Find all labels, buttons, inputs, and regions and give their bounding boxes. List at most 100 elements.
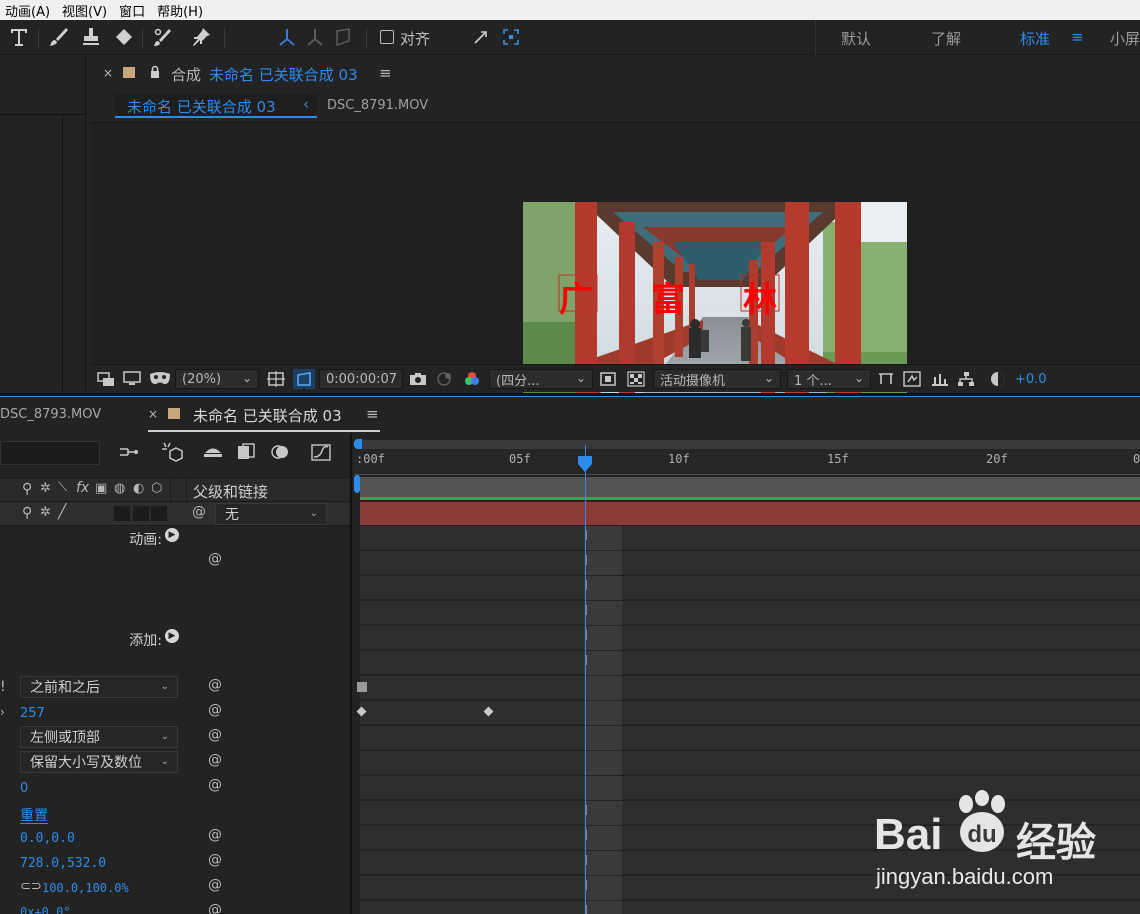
menu-view[interactable]: 视图(V) bbox=[57, 1, 114, 20]
spiral-icon[interactable]: @ bbox=[208, 827, 222, 843]
region-of-interest-icon[interactable] bbox=[599, 369, 617, 389]
timeline-panel-menu-icon[interactable]: ≡ bbox=[366, 405, 379, 423]
watermark-cn: 经验 bbox=[1016, 820, 1096, 866]
constrain-link-icon[interactable]: ⊂⊃ bbox=[20, 879, 42, 894]
type-tool-icon[interactable] bbox=[6, 24, 32, 50]
comp-flowchart-icon[interactable] bbox=[957, 369, 975, 389]
always-preview-icon[interactable] bbox=[97, 369, 115, 389]
position-value[interactable]: 728.0,532.0 bbox=[20, 856, 106, 871]
layer-row[interactable]: ⚲ ✲ ╱ @ 无 ⌄ bbox=[0, 502, 350, 526]
animate-play-icon[interactable]: ▶ bbox=[165, 528, 179, 542]
comp-mini-flowchart-icon[interactable] bbox=[118, 443, 140, 467]
spiral-icon[interactable]: @ bbox=[208, 852, 222, 868]
leading-value[interactable]: 257 bbox=[20, 706, 45, 721]
case-dropdown[interactable]: 保留大小写及数位 ⌄ bbox=[20, 751, 178, 773]
draft-3d-icon[interactable] bbox=[160, 441, 184, 467]
layer-search-input[interactable] bbox=[0, 441, 100, 465]
workspace-standard[interactable]: 标准 bbox=[1020, 28, 1050, 49]
quality-icon[interactable]: ╱ bbox=[58, 504, 66, 520]
toggle-mask-path-icon[interactable] bbox=[293, 369, 315, 389]
local-axis-icon[interactable] bbox=[274, 24, 300, 50]
snapshot-camera-icon[interactable] bbox=[409, 369, 427, 389]
timeline-tab-dsc8793[interactable]: DSC_8793.MOV bbox=[0, 407, 101, 422]
transparency-grid-icon[interactable] bbox=[627, 369, 645, 389]
resolution-dropdown[interactable]: (四分... ⌄ bbox=[489, 369, 593, 389]
breadcrumb-other-comp[interactable]: DSC_8791.MOV bbox=[327, 98, 428, 113]
spiral-icon[interactable]: @ bbox=[208, 752, 222, 768]
mask-visibility-icon[interactable] bbox=[149, 369, 171, 389]
anchor-grouping-dropdown[interactable]: 左侧或顶部 ⌄ bbox=[20, 726, 178, 748]
collapse-icon[interactable]: ✲ bbox=[40, 505, 51, 520]
pick-whip-spiral-icon[interactable]: @ bbox=[192, 504, 206, 520]
monitor-icon[interactable] bbox=[123, 369, 141, 389]
anchor-point-value[interactable]: 0.0,0.0 bbox=[20, 831, 75, 846]
show-snapshot-icon[interactable] bbox=[435, 369, 453, 389]
rotation-value[interactable]: 0x+0.0° bbox=[20, 905, 71, 914]
spiral-icon[interactable]: @ bbox=[208, 877, 222, 893]
composition-tab-bar: × 合成 未命名 已关联合成 03 ≡ bbox=[91, 56, 1140, 90]
color-channels-icon[interactable] bbox=[463, 369, 481, 389]
world-axis-icon[interactable] bbox=[302, 24, 328, 50]
comp-panel-menu-icon[interactable]: ≡ bbox=[379, 64, 392, 82]
workspace-small-screen[interactable]: 小屏 bbox=[1110, 28, 1140, 49]
fill-order-dropdown[interactable]: 之前和之后 ⌄ bbox=[20, 676, 178, 698]
hold-keyframe[interactable] bbox=[357, 682, 367, 692]
workspace-default[interactable]: 默认 bbox=[841, 28, 871, 49]
motion-blur-icon[interactable] bbox=[270, 442, 290, 466]
workspace-menu-icon[interactable]: ≡ bbox=[1071, 28, 1084, 46]
frame-blending-icon[interactable] bbox=[236, 442, 256, 466]
spiral-icon[interactable]: @ bbox=[208, 551, 222, 567]
time-ruler[interactable]: :00f 05f 10f 15f 20f 0 bbox=[354, 449, 1140, 475]
current-time-display[interactable]: 0:00:00:07 bbox=[319, 369, 403, 389]
safe-margins-icon[interactable] bbox=[267, 369, 285, 389]
spiral-icon[interactable]: @ bbox=[208, 677, 222, 693]
eraser-tool-icon[interactable] bbox=[110, 24, 136, 50]
work-area-bar[interactable] bbox=[360, 477, 1140, 497]
camera-dropdown[interactable]: 活动摄像机 ⌄ bbox=[653, 369, 781, 389]
lock-icon[interactable] bbox=[149, 65, 161, 83]
zero-value[interactable]: 0 bbox=[20, 781, 28, 796]
fast-previews-icon[interactable] bbox=[903, 369, 921, 389]
navigator-start-handle[interactable] bbox=[354, 439, 362, 449]
graph-editor-icon[interactable] bbox=[310, 442, 332, 466]
reset-link[interactable]: 重置 bbox=[20, 805, 48, 825]
spiral-icon[interactable]: @ bbox=[208, 902, 222, 914]
snap-target-icon[interactable] bbox=[498, 24, 524, 50]
zoom-dropdown[interactable]: (20%) ⌄ bbox=[175, 369, 259, 389]
parent-dropdown[interactable]: 无 ⌄ bbox=[215, 503, 327, 525]
time-navigator[interactable] bbox=[360, 440, 1140, 449]
breadcrumb-active-tab[interactable]: 未命名 已关联合成 03 ‹ bbox=[115, 94, 317, 118]
brush-tool-icon[interactable] bbox=[46, 24, 72, 50]
track-row bbox=[360, 701, 1140, 725]
view-layout-dropdown[interactable]: 1 个... ⌄ bbox=[787, 369, 871, 389]
spiral-icon[interactable]: @ bbox=[208, 702, 222, 718]
view-axis-icon[interactable] bbox=[330, 24, 356, 50]
menu-window[interactable]: 窗口 bbox=[114, 1, 152, 20]
work-area-start-handle[interactable] bbox=[354, 475, 360, 493]
spiral-icon[interactable]: @ bbox=[208, 777, 222, 793]
toggle-pixel-aspect-icon[interactable] bbox=[877, 369, 895, 389]
current-time-indicator-handle[interactable] bbox=[577, 455, 593, 477]
snapping-checkbox[interactable] bbox=[380, 30, 394, 44]
roto-brush-tool-icon[interactable] bbox=[150, 24, 176, 50]
menu-help[interactable]: 帮助(H) bbox=[152, 1, 210, 20]
comp-tab-close-icon[interactable]: × bbox=[103, 66, 113, 80]
clone-stamp-tool-icon[interactable] bbox=[78, 24, 104, 50]
exposure-reset-icon[interactable] bbox=[989, 369, 1007, 389]
spiral-icon[interactable]: @ bbox=[208, 727, 222, 743]
composition-viewer[interactable]: 广 富 林 bbox=[91, 123, 1140, 418]
add-play-icon[interactable]: ▶ bbox=[165, 629, 179, 643]
puppet-pin-tool-icon[interactable] bbox=[188, 24, 214, 50]
workspace-learn[interactable]: 了解 bbox=[931, 28, 961, 49]
menu-animation[interactable]: 动画(A) bbox=[0, 1, 57, 20]
timeline-tab-close-icon[interactable]: × bbox=[148, 407, 158, 421]
shy-icon[interactable]: ⚲ bbox=[22, 505, 32, 521]
layer-duration-bar[interactable] bbox=[360, 502, 1140, 525]
comp-tab-name[interactable]: 未命名 已关联合成 03 bbox=[209, 64, 358, 85]
scale-value[interactable]: 100.0,100.0% bbox=[42, 881, 129, 895]
timeline-tab-active[interactable]: 未命名 已关联合成 03 bbox=[193, 405, 342, 426]
shy-layers-icon[interactable] bbox=[202, 442, 224, 466]
exposure-value[interactable]: +0.0 bbox=[1015, 369, 1047, 389]
snap-feather-icon[interactable] bbox=[468, 24, 494, 50]
timeline-icon[interactable] bbox=[931, 369, 949, 389]
